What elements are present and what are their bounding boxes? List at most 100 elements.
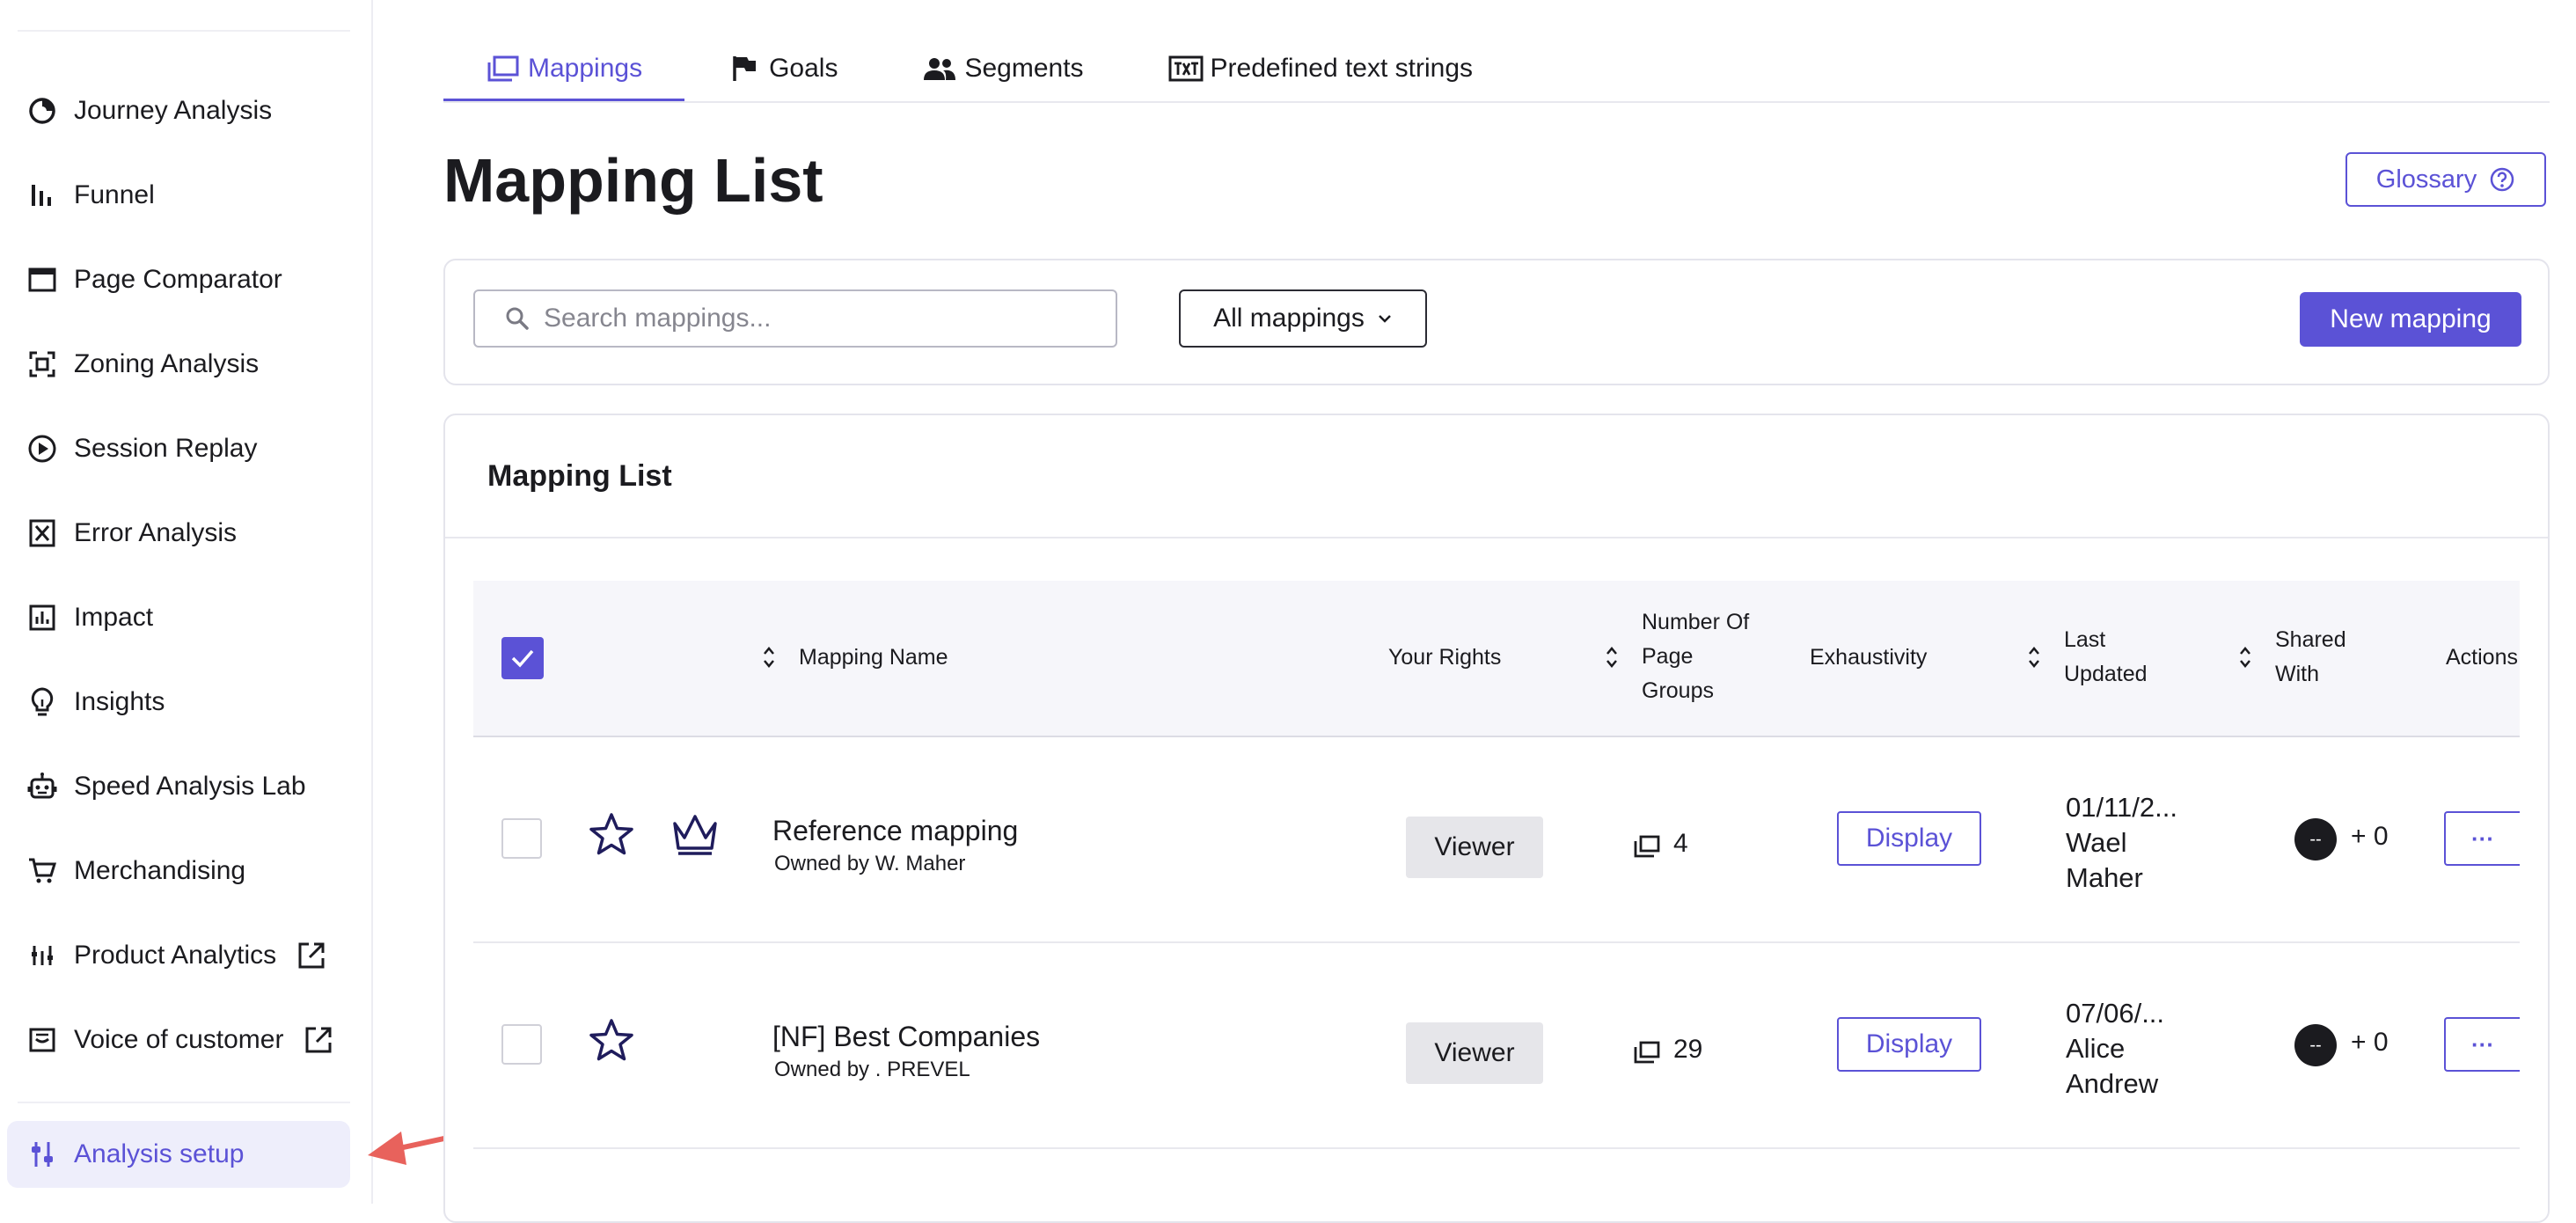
lightbulb-icon	[25, 685, 60, 720]
page-groups-icon	[1633, 834, 1661, 859]
sidebar-item-label: Product Analytics	[74, 941, 277, 970]
tab-bar: Mappings Goals Segments Predefined text …	[443, 35, 1515, 102]
help-circle-icon	[2489, 166, 2515, 193]
sidebar-item-page-comparator[interactable]: Page Comparator	[7, 246, 350, 313]
sidebar-item-session-replay[interactable]: Session Replay	[7, 415, 350, 482]
glossary-button[interactable]: Glossary	[2345, 152, 2546, 207]
column-header-line: Groups	[1642, 678, 1714, 703]
tab-predefined-text-strings[interactable]: Predefined text strings	[1126, 35, 1516, 102]
search-icon	[505, 306, 530, 331]
display-exhaustivity-button[interactable]: Display	[1837, 1017, 1981, 1072]
column-header-shared-with[interactable]: Shared With	[2275, 623, 2346, 692]
updated-by: Andrew	[2066, 1068, 2159, 1099]
avatar[interactable]: --	[2294, 1024, 2337, 1066]
last-updated: 01/11/2... Wael Maher	[2066, 790, 2177, 896]
new-mapping-button[interactable]: New mapping	[2300, 292, 2521, 347]
sort-icon[interactable]	[1605, 644, 1619, 670]
product-analytics-icon	[25, 938, 60, 973]
column-header-exhaustivity: Exhaustivity	[1810, 645, 1928, 670]
column-header-mapping-name[interactable]: Mapping Name	[799, 641, 948, 675]
last-updated: 07/06/... Alice Andrew	[2066, 996, 2164, 1102]
display-exhaustivity-button[interactable]: Display	[1837, 811, 1981, 866]
zoning-icon	[25, 347, 60, 382]
external-link-icon	[303, 1024, 334, 1056]
sidebar-item-analysis-setup[interactable]: Analysis setup	[7, 1121, 350, 1188]
sliders-icon	[25, 1137, 60, 1172]
search-input[interactable]	[542, 303, 1091, 334]
sidebar-item-journey-analysis[interactable]: Journey Analysis	[7, 77, 350, 144]
sidebar-item-product-analytics[interactable]: Product Analytics	[7, 922, 350, 989]
mapping-name[interactable]: Reference mapping	[772, 815, 1018, 847]
sidebar-item-merchandising[interactable]: Merchandising	[7, 838, 350, 904]
mapping-name[interactable]: [NF] Best Companies	[772, 1021, 1040, 1053]
row-actions-button[interactable]: ···	[2444, 811, 2520, 866]
table-row: [NF] Best Companies Owned by . PREVEL Vi…	[473, 943, 2520, 1149]
star-icon[interactable]	[588, 811, 635, 859]
voice-icon	[25, 1022, 60, 1058]
flag-icon	[727, 51, 762, 86]
tab-label: Segments	[964, 54, 1084, 83]
column-header-line: Shared	[2275, 627, 2346, 652]
glossary-label: Glossary	[2375, 165, 2477, 194]
sidebar-item-label: Analysis setup	[74, 1139, 245, 1168]
column-header-page-groups[interactable]: Number Of Page Groups	[1642, 605, 1749, 708]
updated-date: 01/11/2...	[2066, 792, 2177, 823]
sort-icon[interactable]	[762, 644, 776, 670]
sidebar-item-impact[interactable]: Impact	[7, 584, 350, 651]
robot-icon	[25, 769, 60, 804]
select-all-checkbox[interactable]	[501, 637, 544, 679]
column-header-line: With	[2275, 662, 2319, 686]
tab-mappings[interactable]: Mappings	[443, 35, 685, 102]
column-header-line: Last	[2064, 627, 2106, 652]
cart-icon	[25, 853, 60, 889]
column-header-last-updated[interactable]: Last Updated	[2064, 623, 2148, 692]
impact-chart-icon	[25, 600, 60, 635]
rights-badge: Viewer	[1406, 1022, 1543, 1084]
sidebar-item-error-analysis[interactable]: Error Analysis	[7, 500, 350, 567]
row-checkbox[interactable]	[501, 818, 542, 859]
sort-icon[interactable]	[2027, 644, 2041, 670]
mapping-owner: Owned by W. Maher	[774, 852, 966, 875]
table-header: Mapping Name Your Rights Number Of Page …	[473, 581, 2520, 737]
chevron-down-icon	[1377, 313, 1393, 324]
column-header-your-rights: Your Rights	[1388, 645, 1502, 670]
column-header-actions: Actions	[2446, 645, 2518, 670]
updated-by: Wael	[2066, 827, 2127, 858]
journey-icon	[25, 93, 60, 128]
mapping-owner: Owned by . PREVEL	[774, 1058, 970, 1081]
avatar[interactable]: --	[2294, 818, 2337, 860]
row-checkbox[interactable]	[501, 1024, 542, 1065]
mapping-list-card: Mapping List Mapping Name Your Rights Nu…	[443, 414, 2550, 1223]
list-title: Mapping List	[487, 459, 672, 493]
sort-icon[interactable]	[2238, 644, 2252, 670]
sidebar-item-zoning-analysis[interactable]: Zoning Analysis	[7, 331, 350, 398]
tab-goals[interactable]: Goals	[684, 35, 880, 102]
shared-count: + 0	[2351, 822, 2389, 851]
page-groups-icon	[1633, 1040, 1661, 1065]
sidebar-item-insights[interactable]: Insights	[7, 669, 350, 736]
play-circle-icon	[25, 431, 60, 466]
sidebar-item-label: Merchandising	[74, 856, 246, 885]
column-header-line: Page	[1642, 644, 1694, 669]
txt-icon	[1168, 51, 1204, 86]
tab-segments[interactable]: Segments	[880, 35, 1125, 102]
star-icon[interactable]	[588, 1017, 635, 1065]
error-icon	[25, 516, 60, 551]
table-row: Reference mapping Owned by W. Maher View…	[473, 737, 2520, 943]
rights-badge: Viewer	[1406, 817, 1543, 878]
tab-label: Mappings	[528, 54, 643, 83]
row-actions-button[interactable]: ···	[2444, 1017, 2520, 1072]
sidebar-item-label: Session Replay	[74, 434, 258, 463]
sidebar-item-label: Insights	[74, 687, 165, 716]
sidebar-item-speed-analysis-lab[interactable]: Speed Analysis Lab	[7, 753, 350, 820]
sidebar: Journey Analysis Funnel Page Comparator …	[0, 0, 373, 1204]
sidebar-item-voice-of-customer[interactable]: Voice of customer	[7, 1007, 350, 1073]
sidebar-item-funnel[interactable]: Funnel	[7, 162, 350, 229]
crown-icon	[670, 811, 720, 857]
sidebar-item-label: Journey Analysis	[74, 96, 273, 125]
column-header-line: Updated	[2064, 662, 2148, 686]
page-groups-count: 29	[1673, 1035, 1703, 1064]
mappings-filter-select[interactable]: All mappings	[1179, 289, 1427, 348]
page-title: Mapping List	[443, 146, 823, 215]
sidebar-item-label: Impact	[74, 603, 154, 632]
